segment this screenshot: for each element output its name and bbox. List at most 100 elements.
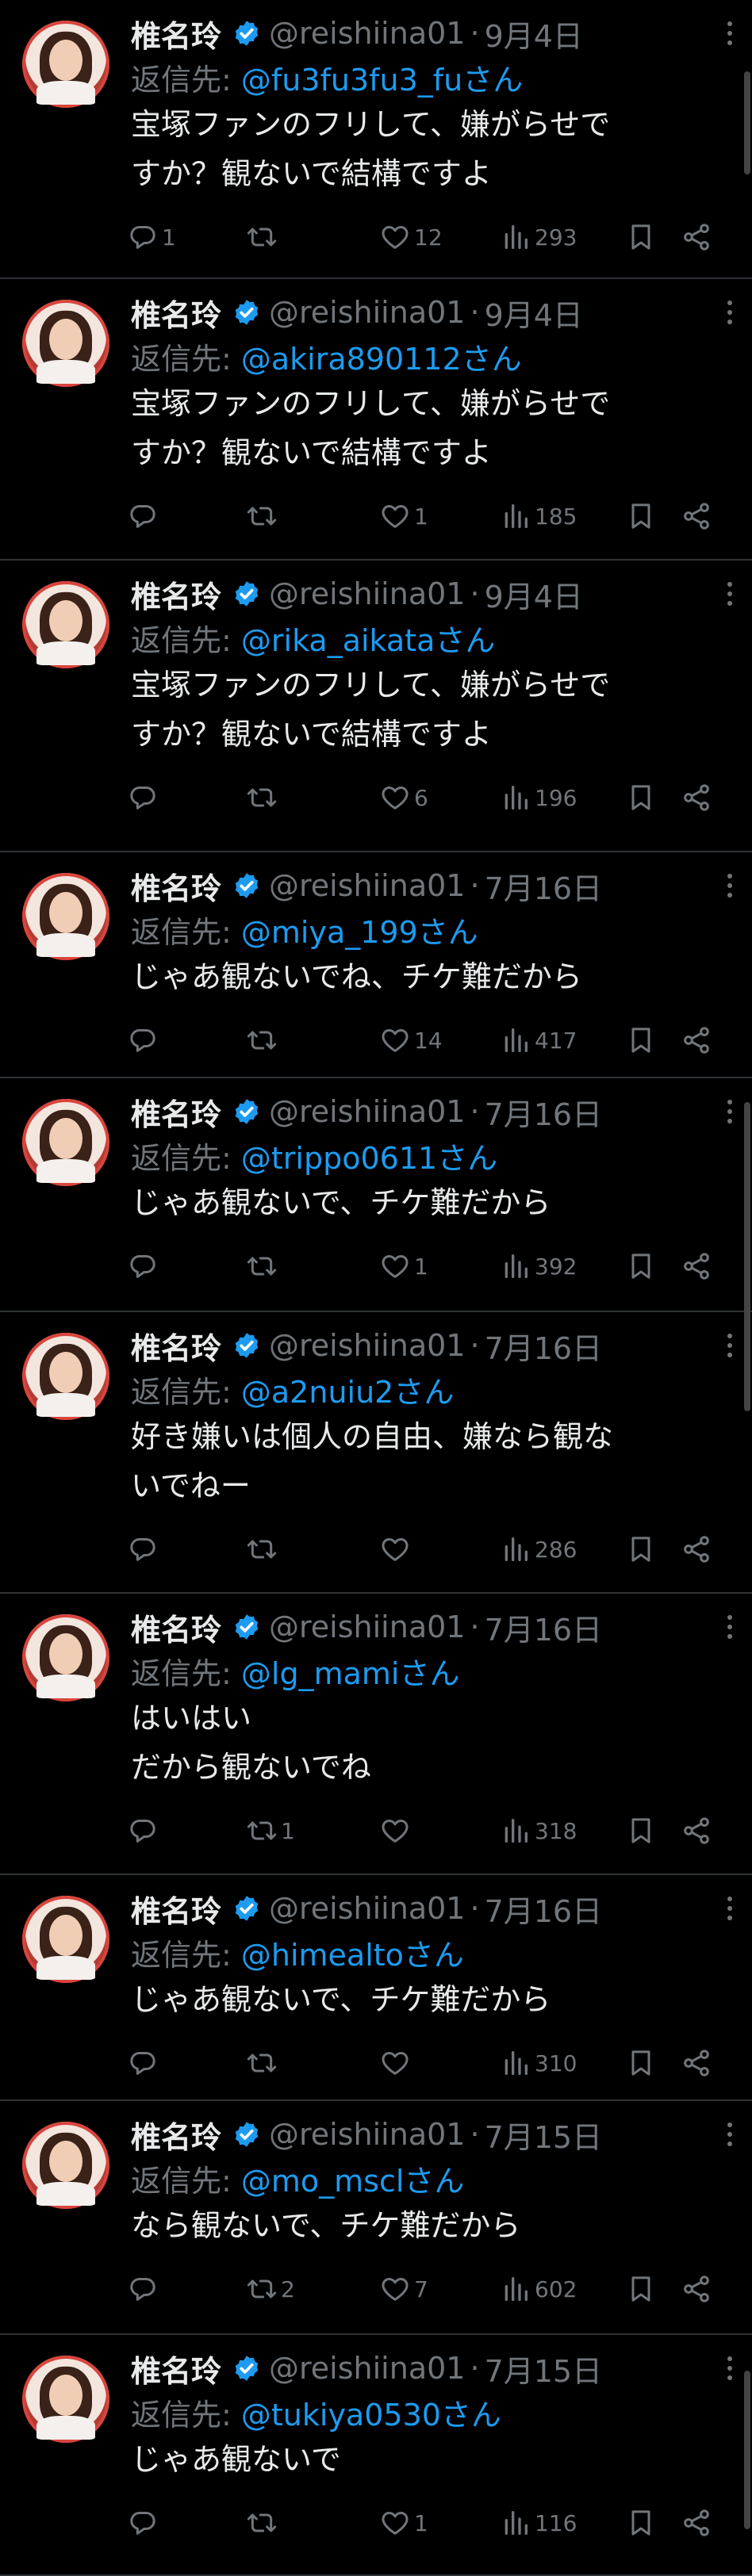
- views-button[interactable]: 196: [500, 782, 577, 813]
- more-options-icon[interactable]: [722, 580, 738, 611]
- share-button[interactable]: [681, 2047, 712, 2079]
- share-button[interactable]: [681, 1815, 712, 1847]
- handle[interactable]: @reishiina01: [269, 868, 465, 903]
- reply-mention[interactable]: @a2nuiu2さん: [241, 1375, 454, 1410]
- more-options-icon[interactable]: [722, 1331, 738, 1363]
- display-name[interactable]: 椎名玲: [131, 12, 221, 56]
- avatar[interactable]: [22, 1614, 109, 1701]
- avatar[interactable]: [22, 2122, 109, 2209]
- reply-mention[interactable]: @miya_199さん: [241, 915, 478, 950]
- reply-mention[interactable]: @rika_aikataさん: [241, 623, 495, 658]
- retweet-button[interactable]: [246, 1533, 281, 1565]
- tweet[interactable]: 椎名玲 @reishiina01 · 9月4日 返信先: @akira89011…: [0, 279, 752, 561]
- bookmark-button[interactable]: [625, 2273, 657, 2305]
- reply-button[interactable]: [127, 1815, 162, 1847]
- share-button[interactable]: [681, 1533, 712, 1565]
- display-name[interactable]: 椎名玲: [131, 1887, 221, 1931]
- retweet-button[interactable]: 2: [246, 2273, 295, 2305]
- tweet-date[interactable]: 7月15日: [485, 2347, 603, 2390]
- bookmark-button[interactable]: [625, 1250, 657, 1282]
- more-options-icon[interactable]: [722, 871, 738, 903]
- reply-button[interactable]: [127, 2047, 162, 2079]
- reply-button[interactable]: 1: [127, 221, 176, 253]
- reply-mention[interactable]: @fu3fu3fu3_fuさん: [241, 63, 523, 98]
- like-button[interactable]: [379, 1533, 414, 1565]
- more-options-icon[interactable]: [722, 2120, 738, 2152]
- bookmark-button[interactable]: [625, 2507, 657, 2539]
- bookmark-button[interactable]: [625, 221, 657, 253]
- retweet-button[interactable]: [246, 2047, 281, 2079]
- retweet-button[interactable]: [246, 782, 281, 813]
- avatar[interactable]: [22, 1896, 109, 1983]
- more-options-icon[interactable]: [722, 1097, 738, 1129]
- like-button[interactable]: 6: [379, 782, 428, 813]
- bookmark-button[interactable]: [625, 2047, 657, 2079]
- reply-mention[interactable]: @akira890112さん: [241, 342, 522, 377]
- reply-mention[interactable]: @trippo0611さん: [241, 1141, 497, 1176]
- views-button[interactable]: 293: [500, 221, 577, 253]
- views-button[interactable]: 286: [500, 1533, 577, 1565]
- retweet-button[interactable]: [246, 1024, 281, 1056]
- reply-mention[interactable]: @himealtoさん: [241, 1938, 464, 1973]
- bookmark-button[interactable]: [625, 1024, 657, 1056]
- views-button[interactable]: 392: [500, 1250, 577, 1282]
- display-name[interactable]: 椎名玲: [131, 291, 221, 335]
- like-button[interactable]: [379, 1815, 414, 1847]
- tweet[interactable]: 椎名玲 @reishiina01 · 7月16日 返信先: @lg_mamiさん…: [0, 1594, 752, 1875]
- avatar[interactable]: [22, 300, 109, 387]
- reply-button[interactable]: [127, 2273, 162, 2305]
- tweet-date[interactable]: 7月16日: [485, 1887, 603, 1931]
- display-name[interactable]: 椎名玲: [131, 1324, 221, 1368]
- reply-button[interactable]: [127, 2507, 162, 2539]
- share-button[interactable]: [681, 2273, 712, 2305]
- avatar[interactable]: [22, 581, 109, 668]
- tweet-date[interactable]: 7月16日: [485, 1324, 603, 1368]
- reply-mention[interactable]: @tukiya0530さん: [241, 2398, 501, 2432]
- handle[interactable]: @reishiina01: [269, 1094, 465, 1129]
- handle[interactable]: @reishiina01: [269, 1610, 465, 1644]
- tweet-date[interactable]: 7月16日: [485, 864, 603, 908]
- share-button[interactable]: [681, 782, 712, 813]
- reply-button[interactable]: [127, 1250, 162, 1282]
- retweet-button[interactable]: [246, 1250, 281, 1282]
- views-button[interactable]: 602: [500, 2273, 577, 2305]
- display-name[interactable]: 椎名玲: [131, 2347, 221, 2390]
- avatar[interactable]: [22, 1333, 109, 1420]
- reply-button[interactable]: [127, 500, 162, 532]
- share-button[interactable]: [681, 500, 712, 532]
- handle[interactable]: @reishiina01: [269, 576, 465, 611]
- tweet[interactable]: 椎名玲 @reishiina01 · 7月16日 返信先: @himealtoさ…: [0, 1875, 752, 2101]
- tweet-date[interactable]: 7月16日: [485, 1090, 603, 1134]
- views-button[interactable]: 185: [500, 500, 577, 532]
- like-button[interactable]: 1: [379, 1250, 428, 1282]
- scrollbar[interactable]: [744, 2371, 750, 2529]
- retweet-button[interactable]: [246, 2507, 281, 2539]
- views-button[interactable]: 318: [500, 1815, 577, 1847]
- like-button[interactable]: 1: [379, 2507, 428, 2539]
- handle[interactable]: @reishiina01: [269, 295, 465, 330]
- retweet-button[interactable]: 1: [246, 1815, 295, 1847]
- share-button[interactable]: [681, 1250, 712, 1282]
- display-name[interactable]: 椎名玲: [131, 864, 221, 908]
- handle[interactable]: @reishiina01: [269, 2117, 465, 2152]
- display-name[interactable]: 椎名玲: [131, 572, 221, 616]
- tweet-date[interactable]: 9月4日: [485, 12, 583, 56]
- handle[interactable]: @reishiina01: [269, 16, 465, 51]
- avatar[interactable]: [22, 873, 109, 960]
- reply-button[interactable]: [127, 782, 162, 813]
- avatar[interactable]: [22, 1099, 109, 1186]
- handle[interactable]: @reishiina01: [269, 1891, 465, 1926]
- like-button[interactable]: 1: [379, 500, 428, 532]
- tweet[interactable]: 椎名玲 @reishiina01 · 9月4日 返信先: @fu3fu3fu3_…: [0, 0, 752, 279]
- reply-button[interactable]: [127, 1533, 162, 1565]
- tweet[interactable]: 椎名玲 @reishiina01 · 9月4日 返信先: @rika_aikat…: [0, 561, 752, 852]
- share-button[interactable]: [681, 1024, 712, 1056]
- tweet[interactable]: 椎名玲 @reishiina01 · 7月16日 返信先: @a2nuiu2さん…: [0, 1312, 752, 1594]
- avatar[interactable]: [22, 2356, 109, 2443]
- share-button[interactable]: [681, 221, 712, 253]
- views-button[interactable]: 417: [500, 1024, 577, 1056]
- tweet-date[interactable]: 7月15日: [485, 2113, 603, 2157]
- tweet-date[interactable]: 9月4日: [485, 572, 583, 616]
- scrollbar[interactable]: [744, 71, 750, 174]
- more-options-icon[interactable]: [722, 19, 738, 51]
